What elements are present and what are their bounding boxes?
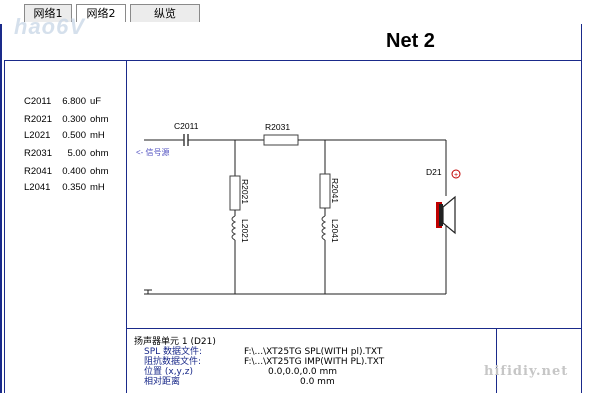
- frame-info-right-divider: [496, 328, 497, 393]
- label-c2011: C2011: [174, 121, 199, 131]
- label-l2041: L2041: [330, 219, 340, 243]
- component-value: 0.400: [62, 166, 86, 177]
- resistor-r2021: [229, 175, 241, 211]
- crossover-schematic: + C2011 R2031 D21 R2021 L2021 R2041 L204…: [136, 121, 461, 295]
- component-row: R2041 0.400 ohm: [24, 166, 108, 178]
- component-list: C2011 6.800 uF R2021 0.300 ohm L2021 0.5…: [24, 96, 108, 194]
- speaker-d21: +: [436, 169, 461, 235]
- resistor-r2041: [319, 173, 331, 209]
- component-value: 0.350: [62, 182, 86, 193]
- component-name: R2021: [24, 114, 52, 125]
- driver-info-label: 相对距离: [144, 377, 181, 387]
- frame-column-divider: [126, 60, 127, 393]
- component-row: R2021 0.300 ohm: [24, 114, 108, 126]
- component-unit: ohm: [90, 114, 109, 125]
- driver-info-value: F:\...\XT25TG IMP(WITH PL).TXT: [244, 357, 385, 367]
- page-title: Net 2: [386, 30, 435, 52]
- label-r2041: R2041: [330, 178, 340, 203]
- label-r2031: R2031: [265, 122, 290, 132]
- inductor-l2021: [231, 215, 237, 241]
- component-value: 0.500: [62, 130, 86, 141]
- component-value: 6.800: [62, 96, 86, 107]
- inductor-l2041: [321, 215, 327, 241]
- driver-info-label: SPL 数据文件:: [144, 347, 203, 357]
- frame-top-divider: [4, 60, 582, 61]
- component-unit: uF: [90, 96, 102, 107]
- component-unit: mH: [90, 130, 105, 141]
- label-l2021: L2021: [240, 219, 250, 243]
- component-value: 0.300: [62, 114, 86, 125]
- input-signal-label: <- 信号源: [136, 147, 170, 157]
- frame-left-border: [0, 24, 2, 393]
- frame-info-divider: [126, 328, 582, 329]
- component-name: R2031: [24, 148, 52, 159]
- tab-overview[interactable]: 纵览: [130, 4, 200, 22]
- frame-inner-left: [4, 60, 5, 393]
- component-unit: ohm: [90, 166, 109, 177]
- driver-info-label: 位置 (x,y,z): [144, 367, 193, 377]
- label-d21: D21: [426, 167, 442, 177]
- speaker-plus-sign: +: [454, 172, 458, 179]
- driver-info-value: 0.0,0.0,0.0 mm: [268, 367, 338, 377]
- component-name: R2041: [24, 166, 52, 177]
- component-name: L2021: [24, 130, 51, 141]
- driver-title: 扬声器单元 1 (D21): [134, 337, 216, 347]
- label-r2021: R2021: [240, 179, 250, 204]
- driver-info-value: F:\...\XT25TG SPL(WITH pl).TXT: [244, 347, 383, 357]
- component-row: C2011 6.800 uF: [24, 96, 108, 108]
- site-watermark: hifidiy.net: [484, 364, 569, 379]
- tab-bar: 网络1 网络2 纵览: [0, 0, 596, 24]
- component-unit: mH: [90, 182, 105, 193]
- resistor-r2031: [263, 134, 299, 146]
- driver-info-value: 0.0 mm: [300, 377, 335, 387]
- speaker-cone: [442, 195, 456, 235]
- component-row: L2021 0.500 mH: [24, 130, 108, 142]
- driver-info-label: 阻抗数据文件:: [144, 357, 202, 367]
- component-unit: ohm: [90, 148, 109, 159]
- component-value: 5.00: [67, 148, 87, 159]
- watermark-logo: hao6V: [14, 14, 86, 39]
- component-row: R2031 5.00 ohm: [24, 148, 108, 160]
- component-row: L2041 0.350 mH: [24, 182, 108, 194]
- component-name: L2041: [24, 182, 51, 193]
- frame-right-border: [581, 24, 582, 393]
- component-name: C2011: [24, 96, 52, 107]
